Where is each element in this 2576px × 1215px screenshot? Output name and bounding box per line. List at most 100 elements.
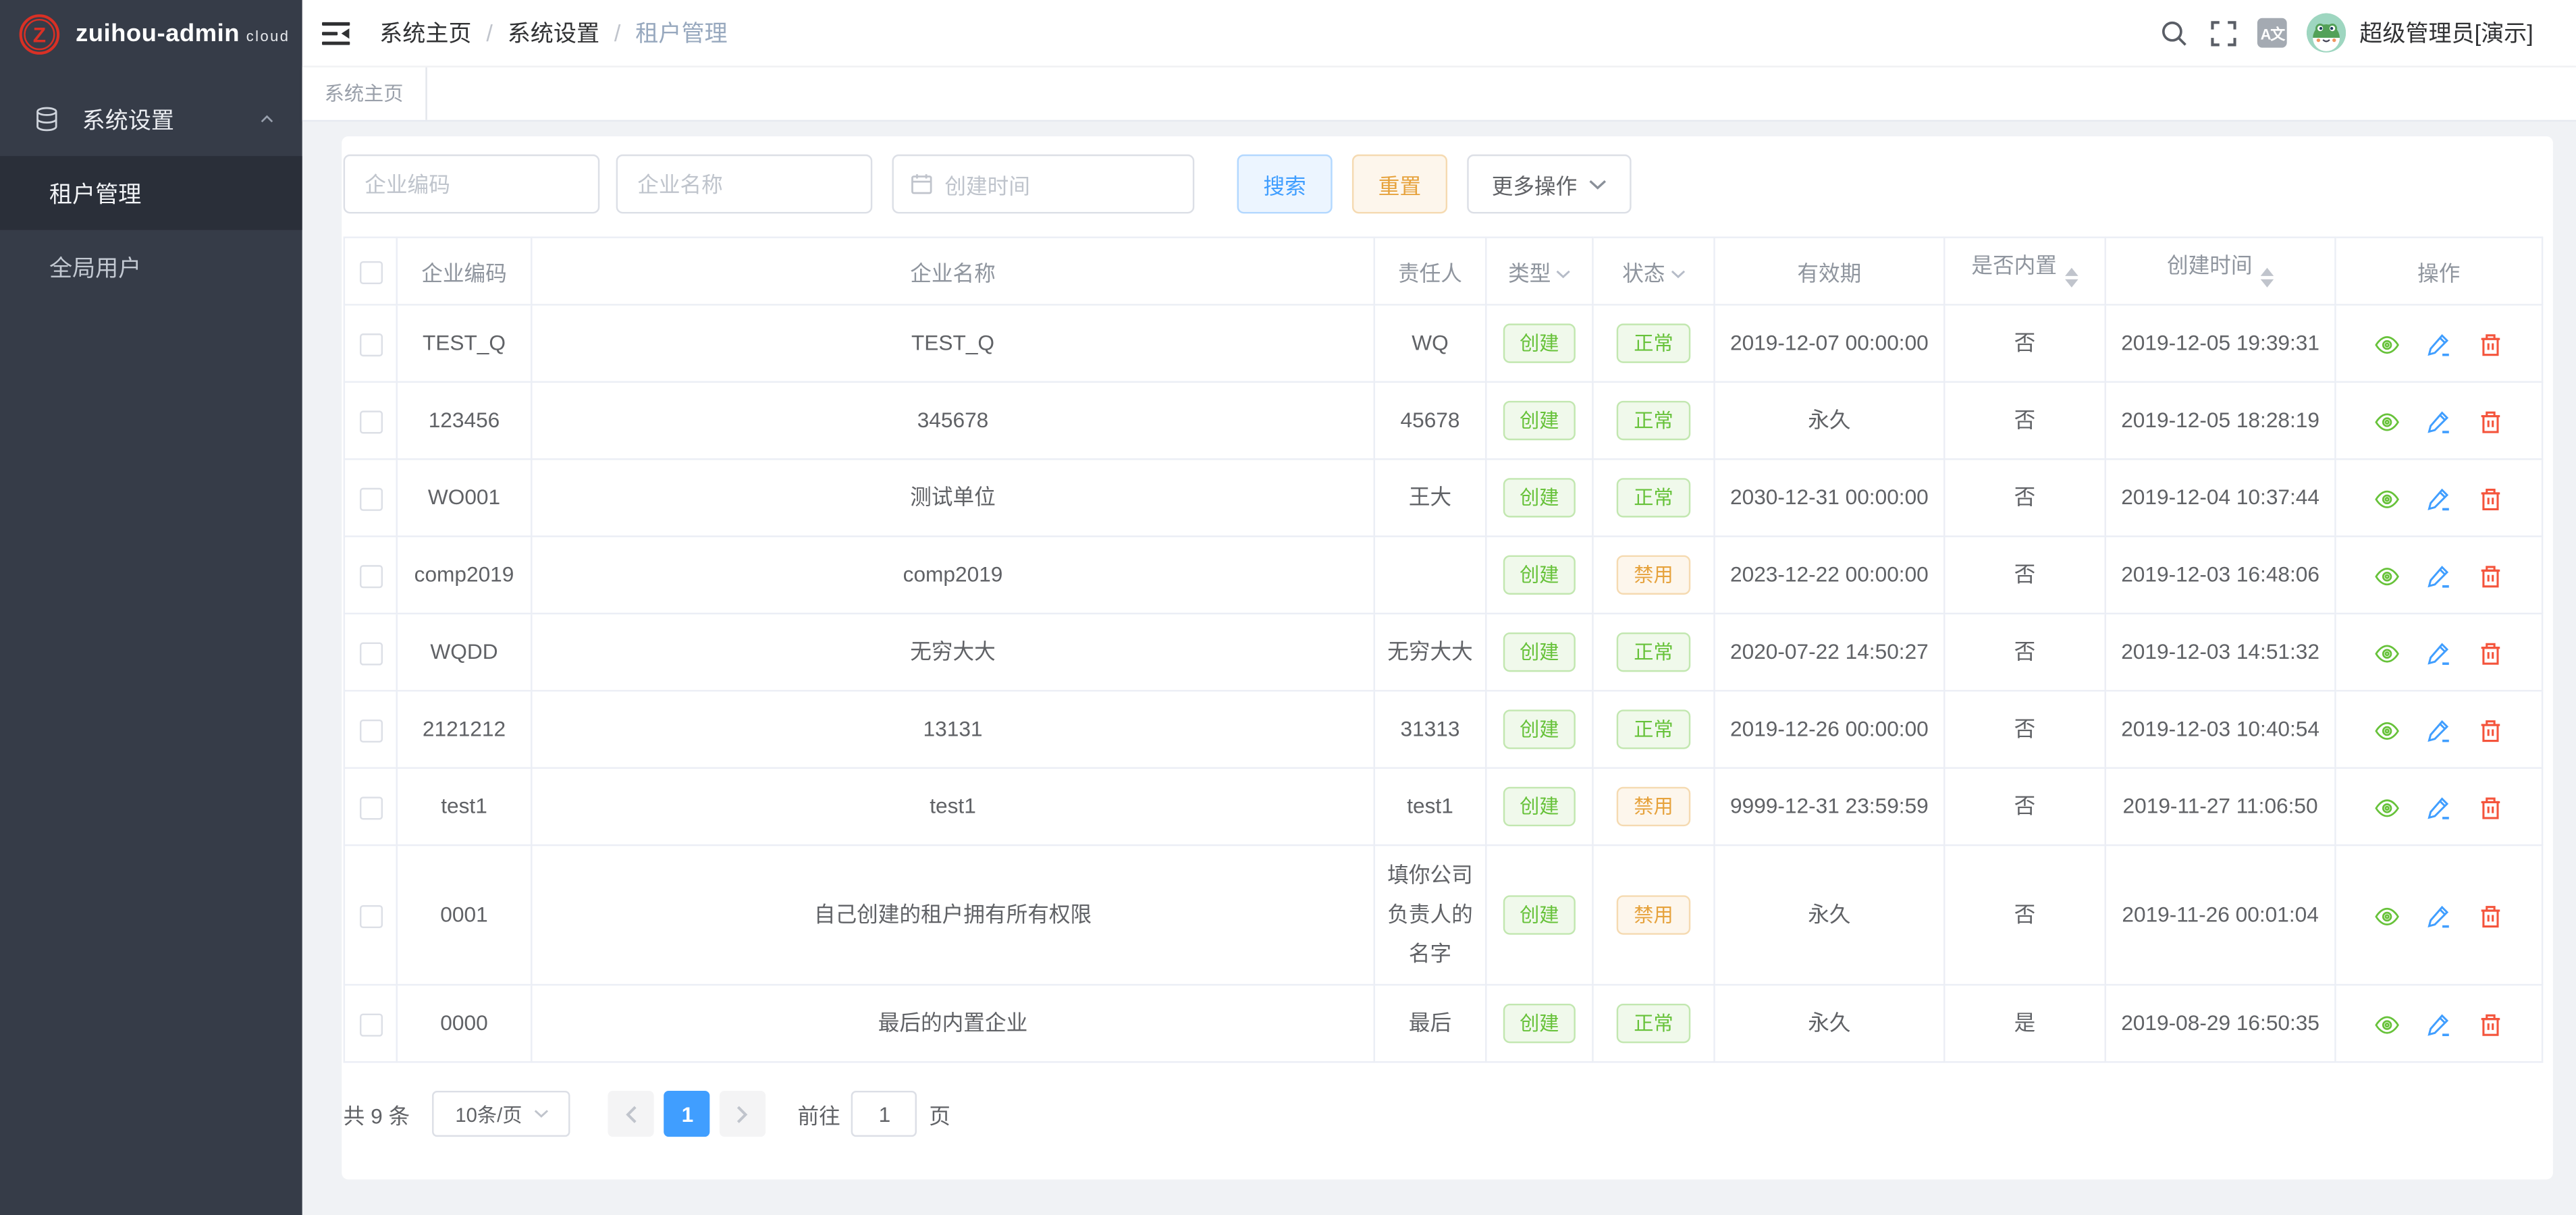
view-button[interactable] (2373, 640, 2400, 666)
view-button[interactable] (2373, 1011, 2400, 1037)
view-button[interactable] (2373, 485, 2400, 512)
more-actions-label: 更多操作 (1492, 168, 1578, 199)
page-size-select[interactable]: 10条/页 (433, 1091, 570, 1137)
reset-button[interactable]: 重置 (1352, 155, 1447, 214)
cell-enterprise-code: WQDD (397, 614, 532, 691)
database-icon (33, 105, 61, 133)
cell-created: 2019-12-05 19:39:31 (2105, 304, 2336, 381)
view-button[interactable] (2373, 902, 2400, 929)
row-checkbox[interactable] (359, 642, 382, 665)
delete-button[interactable] (2477, 902, 2504, 929)
cell-enterprise-code: comp2019 (397, 537, 532, 614)
table-row: TEST_Q TEST_Q WQ 创建 正常 2019-12-07 00:00:… (344, 304, 2542, 381)
avatar[interactable] (2307, 13, 2346, 52)
cell-builtin: 是 (1944, 985, 2105, 1062)
row-checkbox[interactable] (359, 905, 382, 927)
type-tag: 创建 (1503, 1004, 1576, 1043)
cell-enterprise-name: 345678 (531, 382, 1374, 459)
cell-enterprise-code: test1 (397, 768, 532, 845)
delete-button[interactable] (2477, 331, 2504, 358)
table-row: 123456 345678 45678 创建 正常 永久 否 2019-12-0… (344, 382, 2542, 459)
tabbar: 系统主页 (302, 68, 2576, 122)
breadcrumb: 系统主页 / 系统设置 / 租户管理 (379, 16, 727, 49)
edit-button[interactable] (2425, 563, 2452, 589)
select-all-checkbox[interactable] (359, 261, 382, 284)
edit-button[interactable] (2425, 331, 2452, 358)
col-header-code: 企业编码 (397, 238, 532, 305)
edit-button[interactable] (2425, 1011, 2452, 1037)
cell-expire: 2023-12-22 00:00:00 (1715, 537, 1945, 614)
row-checkbox[interactable] (359, 410, 382, 433)
fullscreen-icon[interactable] (2199, 0, 2248, 67)
edit-button[interactable] (2425, 640, 2452, 666)
delete-button[interactable] (2477, 640, 2504, 666)
breadcrumb-item-settings[interactable]: 系统设置 (508, 16, 599, 49)
cell-enterprise-code: 2121212 (397, 691, 532, 767)
app-logo[interactable]: Z zuihou-admin cloud (0, 0, 302, 68)
create-time-input[interactable]: 创建时间 (892, 155, 1194, 214)
search-icon[interactable] (2149, 0, 2199, 67)
row-checkbox[interactable] (359, 1013, 382, 1036)
table-row: 0000 最后的内置企业 最后 创建 正常 永久 是 2019-08-29 16… (344, 985, 2542, 1062)
delete-button[interactable] (2477, 794, 2504, 821)
edit-button[interactable] (2425, 408, 2452, 435)
delete-button[interactable] (2477, 717, 2504, 743)
view-button[interactable] (2373, 717, 2400, 743)
sidebar-collapse-button[interactable] (302, 0, 368, 67)
cell-expire: 永久 (1715, 845, 1945, 985)
view-button[interactable] (2373, 408, 2400, 435)
filter-bar: 创建时间 搜索 重置 更多操作 (344, 136, 2553, 236)
row-checkbox[interactable] (359, 333, 382, 356)
status-tag: 正常 (1617, 401, 1690, 440)
col-header-status[interactable]: 状态 (1592, 238, 1714, 305)
goto-page-input[interactable] (852, 1091, 917, 1137)
cell-enterprise-name: 13131 (531, 691, 1374, 767)
view-button[interactable] (2373, 331, 2400, 358)
edit-button[interactable] (2425, 485, 2452, 512)
pagination: 共 9 条 10条/页 1 前往 (344, 1063, 2553, 1137)
prev-page-button[interactable] (609, 1091, 655, 1137)
delete-button[interactable] (2477, 408, 2504, 435)
view-button[interactable] (2373, 794, 2400, 821)
search-button[interactable]: 搜索 (1237, 155, 1333, 214)
more-actions-button[interactable]: 更多操作 (1467, 155, 1631, 214)
edit-button[interactable] (2425, 902, 2452, 929)
sidebar-group-system-settings[interactable]: 系统设置 (0, 82, 302, 157)
table-row: 2121212 13131 31313 创建 正常 2019-12-26 00:… (344, 691, 2542, 767)
chevron-down-icon (1588, 178, 1607, 190)
col-header-type[interactable]: 类型 (1486, 238, 1592, 305)
cell-enterprise-name: 无穷大大 (531, 614, 1374, 691)
breadcrumb-item-home[interactable]: 系统主页 (379, 16, 471, 49)
sort-carets-icon (2065, 261, 2078, 294)
delete-button[interactable] (2477, 485, 2504, 512)
sidebar-item-tenant-management[interactable]: 租户管理 (0, 156, 302, 230)
status-tag: 正常 (1617, 323, 1690, 362)
enterprise-code-input[interactable] (344, 155, 600, 214)
row-checkbox[interactable] (359, 796, 382, 819)
cell-builtin: 否 (1944, 304, 2105, 381)
delete-button[interactable] (2477, 563, 2504, 589)
cell-owner: 无穷大大 (1374, 614, 1486, 691)
edit-button[interactable] (2425, 717, 2452, 743)
col-header-builtin[interactable]: 是否内置 (1944, 238, 2105, 305)
view-button[interactable] (2373, 563, 2400, 589)
row-checkbox[interactable] (359, 719, 382, 742)
row-checkbox[interactable] (359, 487, 382, 510)
current-user[interactable]: 超级管理员[演示] (2359, 16, 2533, 49)
cell-enterprise-name: 最后的内置企业 (531, 985, 1374, 1062)
status-tag: 禁用 (1617, 895, 1690, 934)
language-icon[interactable]: A文 (2248, 0, 2297, 67)
sidebar-item-global-users[interactable]: 全局用户 (0, 230, 302, 304)
cell-created: 2019-12-03 16:48:06 (2105, 537, 2336, 614)
enterprise-name-input[interactable] (616, 155, 873, 214)
col-header-created[interactable]: 创建时间 (2105, 238, 2336, 305)
cell-enterprise-code: 0001 (397, 845, 532, 985)
edit-button[interactable] (2425, 794, 2452, 821)
page-number-button[interactable]: 1 (664, 1091, 710, 1137)
breadcrumb-item-current: 租户管理 (635, 16, 727, 49)
delete-button[interactable] (2477, 1011, 2504, 1037)
row-checkbox[interactable] (359, 564, 382, 587)
tab-system-home[interactable]: 系统主页 (302, 68, 427, 120)
next-page-button[interactable] (720, 1091, 766, 1137)
table-row: WQDD 无穷大大 无穷大大 创建 正常 2020-07-22 14:50:27… (344, 614, 2542, 691)
